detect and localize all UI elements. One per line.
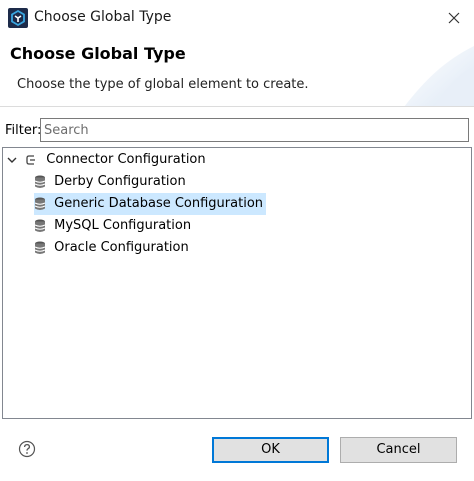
filter-label: Filter:: [5, 123, 42, 138]
tree-item-oracle-configuration[interactable]: Oracle Configuration: [34, 237, 189, 259]
database-icon: [34, 241, 46, 254]
header-title: Choose Global Type: [10, 44, 186, 63]
header-banner-graphic: [404, 46, 474, 106]
tree-node-label: Connector Configuration: [46, 152, 206, 167]
cancel-button[interactable]: Cancel: [340, 437, 457, 463]
window-title: Choose Global Type: [34, 9, 172, 25]
header-description: Choose the type of global element to cre…: [17, 77, 309, 92]
tree-item-label: Generic Database Configuration: [54, 196, 264, 211]
chevron-down-icon[interactable]: [6, 154, 18, 166]
tree-item-label: MySQL Configuration: [54, 218, 192, 233]
tree-node-connector-configuration[interactable]: Connector Configuration: [6, 149, 206, 171]
ok-button[interactable]: OK: [212, 437, 329, 463]
tree-item-label: Derby Configuration: [54, 174, 186, 189]
tree-item-label: Oracle Configuration: [54, 240, 189, 255]
dialog-header: Choose Global Type Choose the type of gl…: [0, 36, 474, 107]
help-icon[interactable]: [18, 440, 36, 458]
connector-icon: [26, 155, 36, 165]
filter-search-input[interactable]: [40, 118, 469, 142]
mule-app-icon: [8, 8, 28, 28]
title-bar: Choose Global Type: [0, 0, 474, 36]
database-icon: [34, 175, 46, 188]
tree-item-mysql-configuration[interactable]: MySQL Configuration: [34, 215, 191, 237]
global-type-tree[interactable]: Connector Configuration Derby Configurat…: [2, 147, 472, 419]
tree-item-generic-database-configuration[interactable]: Generic Database Configuration: [34, 193, 267, 215]
database-icon: [34, 219, 46, 232]
database-icon: [34, 197, 46, 210]
tree-item-derby-configuration[interactable]: Derby Configuration: [34, 171, 186, 193]
close-icon[interactable]: [444, 8, 464, 28]
